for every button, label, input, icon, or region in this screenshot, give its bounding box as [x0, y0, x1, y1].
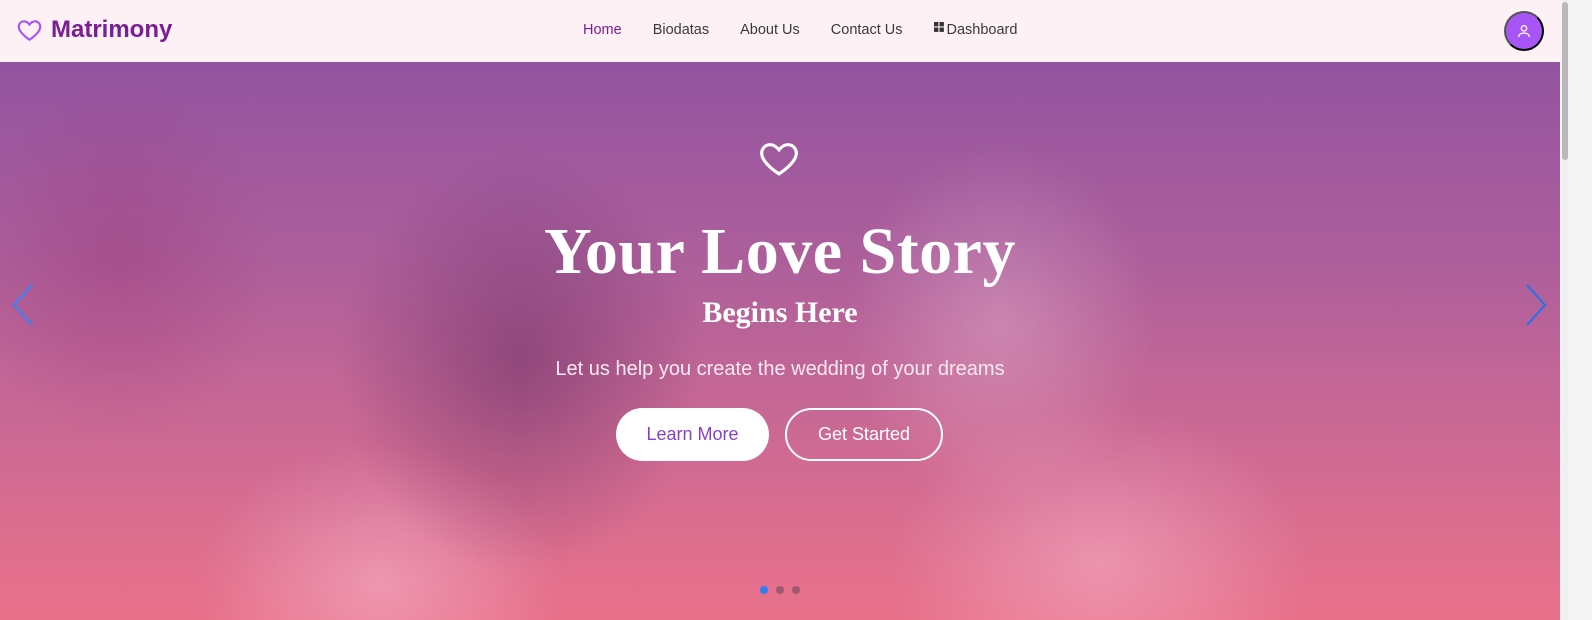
- brand-logo-link[interactable]: Matrimony: [16, 16, 172, 44]
- heart-icon: [17, 20, 42, 42]
- nav-contact-us[interactable]: Contact Us: [831, 22, 903, 38]
- navbar: Matrimony Home Biodatas About Us Contact…: [0, 0, 1560, 62]
- get-started-button[interactable]: Get Started: [785, 408, 943, 461]
- user-avatar-button[interactable]: [1504, 11, 1544, 51]
- carousel-indicators: [760, 586, 808, 594]
- nav-biodatas[interactable]: Biodatas: [653, 22, 709, 38]
- carousel-dot-1[interactable]: [760, 586, 768, 594]
- scrollbar-thumb[interactable]: [1562, 2, 1568, 160]
- nav-home[interactable]: Home: [583, 22, 622, 38]
- hero-tagline: Let us help you create the wedding of yo…: [555, 358, 1005, 380]
- carousel-prev-icon[interactable]: [8, 282, 38, 328]
- carousel-dot-2[interactable]: [776, 586, 784, 594]
- hero-subtitle: Begins Here: [702, 296, 858, 329]
- heart-outline-icon: [760, 143, 798, 176]
- nav-dashboard[interactable]: Dashboard: [933, 21, 1018, 38]
- carousel-next-icon[interactable]: [1521, 282, 1551, 328]
- learn-more-button[interactable]: Learn More: [616, 408, 769, 461]
- hero-title: Your Love Story: [544, 215, 1016, 288]
- nav-dashboard-label: Dashboard: [946, 22, 1018, 38]
- nav-about-us[interactable]: About Us: [740, 22, 800, 38]
- brand-name: Matrimony: [51, 16, 173, 43]
- grid-icon: [933, 21, 944, 32]
- carousel-dot-3[interactable]: [792, 586, 800, 594]
- main-nav: Home Biodatas About Us Contact Us Dashbo…: [583, 21, 1048, 38]
- user-icon: [1518, 25, 1530, 38]
